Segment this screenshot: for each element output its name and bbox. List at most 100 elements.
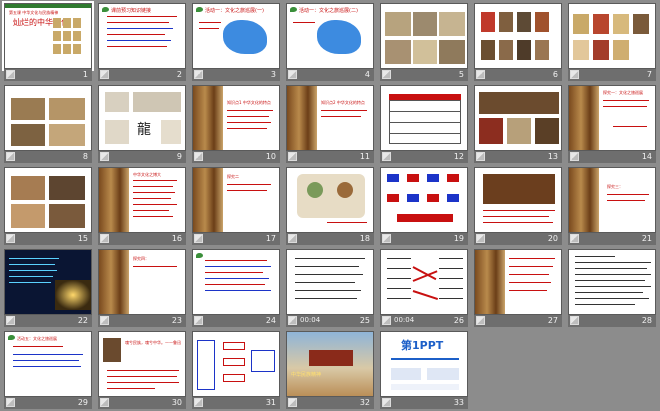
slide-20-preview[interactable] — [474, 167, 562, 233]
slide-30-preview[interactable]: 魂兮民族，魂兮中华。——鲁迅 — [98, 331, 186, 397]
slide-thumbnail-6[interactable]: 6 — [474, 3, 568, 83]
slide-5-preview[interactable] — [380, 3, 468, 69]
slide-thumbnail-12[interactable]: 12 — [380, 85, 474, 165]
animation-icon[interactable] — [476, 70, 485, 79]
animation-icon[interactable] — [6, 152, 15, 161]
slide-thumbnail-29[interactable]: 活动五：文化之旅巡展 29 — [4, 331, 98, 411]
slide-thumbnail-20[interactable]: 20 — [474, 167, 568, 247]
animation-icon[interactable] — [6, 316, 15, 325]
slide-thumbnail-8[interactable]: 8 — [4, 85, 98, 165]
slide-thumbnail-21[interactable]: 探究三： 21 — [568, 167, 660, 247]
animation-icon[interactable] — [570, 234, 579, 243]
slide-21-preview[interactable]: 探究三： — [568, 167, 656, 233]
animation-icon[interactable] — [382, 70, 391, 79]
animation-icon[interactable] — [6, 398, 15, 407]
slide-thumbnail-25[interactable]: 00:04 25 — [286, 249, 380, 329]
slide-thumbnail-7[interactable]: 7 — [568, 3, 660, 83]
slide-thumbnail-32[interactable]: 中华民族精神 32 — [286, 331, 380, 411]
slide-10-preview[interactable]: 知识点1 中华文化的特点 — [192, 85, 280, 151]
slide-9-preview[interactable]: 龍 — [98, 85, 186, 151]
animation-icon[interactable] — [194, 398, 203, 407]
animation-icon[interactable] — [570, 316, 579, 325]
animation-icon[interactable] — [570, 152, 579, 161]
slide-thumbnail-19[interactable]: 19 — [380, 167, 474, 247]
animation-icon[interactable] — [194, 152, 203, 161]
animation-icon[interactable] — [100, 70, 109, 79]
slide-thumbnail-24[interactable]: 24 — [192, 249, 286, 329]
slide-23-preview[interactable]: 探究四： — [98, 249, 186, 315]
slide-thumbnail-11[interactable]: 知识点2 中华文化的特点 11 — [286, 85, 380, 165]
slide-19-preview[interactable] — [380, 167, 468, 233]
slide-thumbnail-22[interactable]: 22 — [4, 249, 98, 329]
animation-icon[interactable] — [100, 234, 109, 243]
slide-14-preview[interactable]: 探究一：文化之旅巡展 — [568, 85, 656, 151]
slide-24-preview[interactable] — [192, 249, 280, 315]
slide-16-preview[interactable]: 中华文化之博大 — [98, 167, 186, 233]
slide-thumbnail-1[interactable]: 第五课 中华文化与民族精神 灿烂的中华文化 1 — [2, 1, 98, 83]
animation-icon[interactable] — [194, 70, 203, 79]
slide-26-preview[interactable] — [380, 249, 468, 315]
animation-icon[interactable] — [288, 70, 297, 79]
slide-4-preview[interactable]: 活动一：文化之旅巡展(二) — [286, 3, 374, 69]
slide-thumbnail-23[interactable]: 探究四： 23 — [98, 249, 192, 329]
animation-icon[interactable] — [382, 398, 391, 407]
slide-28-preview[interactable] — [568, 249, 656, 315]
slide-8-preview[interactable] — [4, 85, 92, 151]
slide-6-preview[interactable] — [474, 3, 562, 69]
slide-thumbnail-13[interactable]: 13 — [474, 85, 568, 165]
slide-thumbnail-16[interactable]: 中华文化之博大 16 — [98, 167, 192, 247]
slide-thumbnail-33[interactable]: 第1PPT 33 — [380, 331, 474, 411]
slide-thumbnail-28[interactable]: 28 — [568, 249, 660, 329]
slide-thumbnail-18[interactable]: 18 — [286, 167, 380, 247]
animation-icon[interactable] — [476, 152, 485, 161]
animation-icon[interactable] — [476, 234, 485, 243]
slide-thumbnail-30[interactable]: 魂兮民族，魂兮中华。——鲁迅 30 — [98, 331, 192, 411]
slide-7-preview[interactable] — [568, 3, 656, 69]
slide-thumbnail-26[interactable]: 00:04 26 — [380, 249, 474, 329]
animation-icon[interactable] — [288, 152, 297, 161]
slide-12-preview[interactable] — [380, 85, 468, 151]
slide-thumbnail-15[interactable]: 15 — [4, 167, 98, 247]
slide-25-preview[interactable] — [286, 249, 374, 315]
slide-33-preview[interactable]: 第1PPT — [380, 331, 468, 397]
slide-thumbnail-2[interactable]: 课前预习知识链接 2 — [98, 3, 192, 83]
animation-icon[interactable] — [382, 234, 391, 243]
slide-15-preview[interactable] — [4, 167, 92, 233]
slide-32-preview[interactable]: 中华民族精神 — [286, 331, 374, 397]
slide-thumbnail-27[interactable]: 27 — [474, 249, 568, 329]
slide-29-preview[interactable]: 活动五：文化之旅巡展 — [4, 331, 92, 397]
slide-thumbnail-5[interactable]: 5 — [380, 3, 474, 83]
animation-icon[interactable] — [194, 316, 203, 325]
slide-thumbnail-31[interactable]: 31 — [192, 331, 286, 411]
animation-icon[interactable] — [570, 70, 579, 79]
slide-31-preview[interactable] — [192, 331, 280, 397]
animation-icon[interactable] — [194, 234, 203, 243]
slide-13-preview[interactable] — [474, 85, 562, 151]
slide-thumbnail-10[interactable]: 知识点1 中华文化的特点 10 — [192, 85, 286, 165]
animation-icon[interactable] — [6, 70, 15, 79]
slide-18-preview[interactable] — [286, 167, 374, 233]
slide-thumbnail-3[interactable]: 活动一：文化之旅巡展(一) 3 — [192, 3, 286, 83]
animation-icon[interactable] — [6, 234, 15, 243]
animation-icon[interactable] — [382, 316, 391, 325]
animation-icon[interactable] — [100, 398, 109, 407]
animation-icon[interactable] — [382, 152, 391, 161]
slide-1-preview[interactable]: 第五课 中华文化与民族精神 灿烂的中华文化 — [2, 1, 94, 71]
slide-22-preview[interactable] — [4, 249, 92, 315]
slide-27-preview[interactable] — [474, 249, 562, 315]
slide-thumbnail-9[interactable]: 龍 9 — [98, 85, 192, 165]
slide-thumbnail-4[interactable]: 活动一：文化之旅巡展(二) 4 — [286, 3, 380, 83]
animation-icon[interactable] — [288, 234, 297, 243]
slide-17-preview[interactable]: 探究二 — [192, 167, 280, 233]
slide-3-preview[interactable]: 活动一：文化之旅巡展(一) — [192, 3, 280, 69]
animation-icon[interactable] — [288, 398, 297, 407]
slide-1-tile — [53, 31, 61, 41]
animation-icon[interactable] — [100, 316, 109, 325]
slide-thumbnail-14[interactable]: 探究一：文化之旅巡展 14 — [568, 85, 660, 165]
animation-icon[interactable] — [476, 316, 485, 325]
slide-11-preview[interactable]: 知识点2 中华文化的特点 — [286, 85, 374, 151]
animation-icon[interactable] — [288, 316, 297, 325]
slide-2-preview[interactable]: 课前预习知识链接 — [98, 3, 186, 69]
animation-icon[interactable] — [100, 152, 109, 161]
slide-thumbnail-17[interactable]: 探究二 17 — [192, 167, 286, 247]
